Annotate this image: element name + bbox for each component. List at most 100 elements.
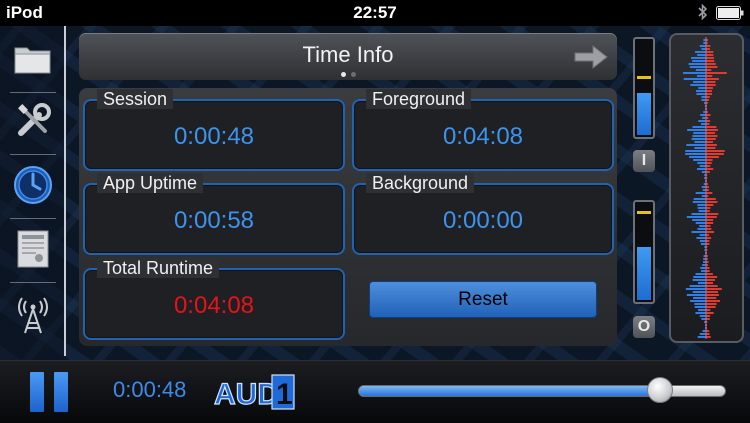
waveform-left-sample (694, 147, 706, 149)
page-title: Time Info (302, 42, 394, 67)
total-runtime-box: Total Runtime 0:04:08 (83, 258, 345, 340)
waveform-right-sample (706, 198, 716, 200)
waveform-right-sample (706, 96, 710, 98)
waveform-right-sample (706, 81, 716, 83)
waveform-left-sample (699, 333, 706, 335)
waveform-right-sample (706, 306, 716, 308)
sidebar-item-tools[interactable] (8, 96, 58, 146)
waveform-left-sample (696, 237, 706, 239)
waveform-left-sample (686, 144, 706, 146)
arrow-right-icon[interactable] (573, 43, 609, 71)
waveform-left-sample (695, 192, 706, 194)
waveform-right-sample (706, 123, 710, 125)
waveform-left-sample (701, 171, 706, 173)
waveform-left-sample (702, 117, 706, 119)
page-header: Time Info (79, 33, 617, 80)
waveform-left-sample (694, 303, 706, 305)
waveform-right-sample (706, 297, 717, 299)
waveform-left-sample (699, 45, 706, 47)
sidebar-item-network[interactable] (8, 290, 58, 340)
waveform-right-sample (706, 72, 727, 74)
battery-icon (716, 6, 744, 20)
waveform-display (669, 33, 744, 343)
waveform-left-sample (701, 318, 706, 320)
tools-icon (18, 103, 51, 136)
waveform-left-sample (701, 195, 706, 197)
waveform-left-sample (697, 204, 706, 206)
waveform-left-sample (688, 63, 706, 65)
waveform-left-sample (689, 156, 706, 158)
waveform-left-sample (695, 222, 706, 224)
waveform-right-sample (706, 60, 715, 62)
sidebar-item-files[interactable] (8, 34, 58, 84)
waveform-graphic (683, 37, 727, 339)
foreground-box: Foreground 0:04:08 (352, 89, 614, 171)
waveform-left-sample (687, 129, 706, 131)
waveform-right-sample (706, 219, 714, 221)
waveform-left-sample (695, 51, 706, 53)
page-indicator (341, 72, 356, 77)
waveform-left-sample (693, 198, 706, 200)
waveform-left-sample (701, 186, 706, 188)
sidebar-item-time-info[interactable] (8, 160, 58, 210)
waveform-right-sample (706, 132, 716, 134)
waveform-right-sample (706, 165, 711, 167)
output-button[interactable]: O (633, 316, 655, 338)
waveform-left-sample (701, 96, 706, 98)
waveform-right-sample (706, 282, 714, 284)
waveform-left-sample (692, 219, 706, 221)
foreground-value: 0:04:08 (442, 123, 524, 150)
waveform-right-sample (706, 225, 711, 227)
waveform-left-sample (685, 150, 706, 152)
clock-icon (14, 166, 52, 204)
waveform-left-sample (697, 228, 706, 230)
waveform-left-sample (697, 168, 706, 170)
playback-slider-thumb[interactable] (646, 377, 673, 403)
waveform-left-sample (697, 282, 706, 284)
waveform-left-sample (700, 114, 706, 116)
background-box: Background 0:00:00 (352, 173, 614, 255)
waveform-right-sample (706, 291, 718, 293)
waveform-left-sample (702, 330, 706, 332)
waveform-right-sample (706, 162, 712, 164)
waveform-right-sample (706, 279, 716, 281)
waveform-left-sample (692, 201, 706, 203)
waveform-right-sample (706, 156, 719, 158)
waveform-right-sample (706, 237, 712, 239)
waveform-right-sample (706, 315, 711, 317)
waveform-left-sample (698, 309, 706, 311)
waveform-left-sample (689, 66, 706, 68)
waveform-right-sample (706, 84, 716, 86)
reset-button[interactable]: Reset (369, 281, 597, 318)
waveform-right-sample (706, 93, 713, 95)
waveform-left-sample (692, 135, 706, 137)
waveform-right-sample (706, 171, 710, 173)
waveform-left-sample (697, 207, 706, 209)
sidebar (0, 26, 66, 360)
waveform-right-sample (706, 222, 714, 224)
sidebar-divider (64, 26, 66, 356)
waveform-right-sample (706, 300, 721, 302)
playback-slider-fill (359, 386, 661, 396)
waveform-right-sample (706, 285, 718, 287)
page-dot-1[interactable] (341, 72, 346, 77)
waveform-right-sample (706, 63, 716, 65)
bluetooth-icon (698, 3, 708, 21)
input-button[interactable]: I (633, 150, 655, 172)
waveform-left-sample (683, 78, 706, 80)
waveform-right-sample (706, 243, 710, 245)
waveform-left-sample (695, 90, 706, 92)
elapsed-time: 0:00:48 (113, 377, 187, 402)
waveform-left-sample (699, 234, 706, 236)
aud1-logo: AUD 1 (214, 374, 295, 412)
waveform-right-sample (706, 45, 711, 47)
page-dot-2[interactable] (351, 72, 356, 77)
pause-button[interactable] (30, 372, 70, 412)
waveform-left-sample (699, 315, 706, 317)
waveform-left-sample (693, 276, 706, 278)
waveform-right-sample (706, 144, 717, 146)
total-runtime-value: 0:04:08 (173, 292, 255, 319)
sidebar-item-license[interactable] (8, 224, 58, 274)
waveform-left-sample (690, 84, 706, 86)
waveform-left-sample (701, 99, 706, 101)
